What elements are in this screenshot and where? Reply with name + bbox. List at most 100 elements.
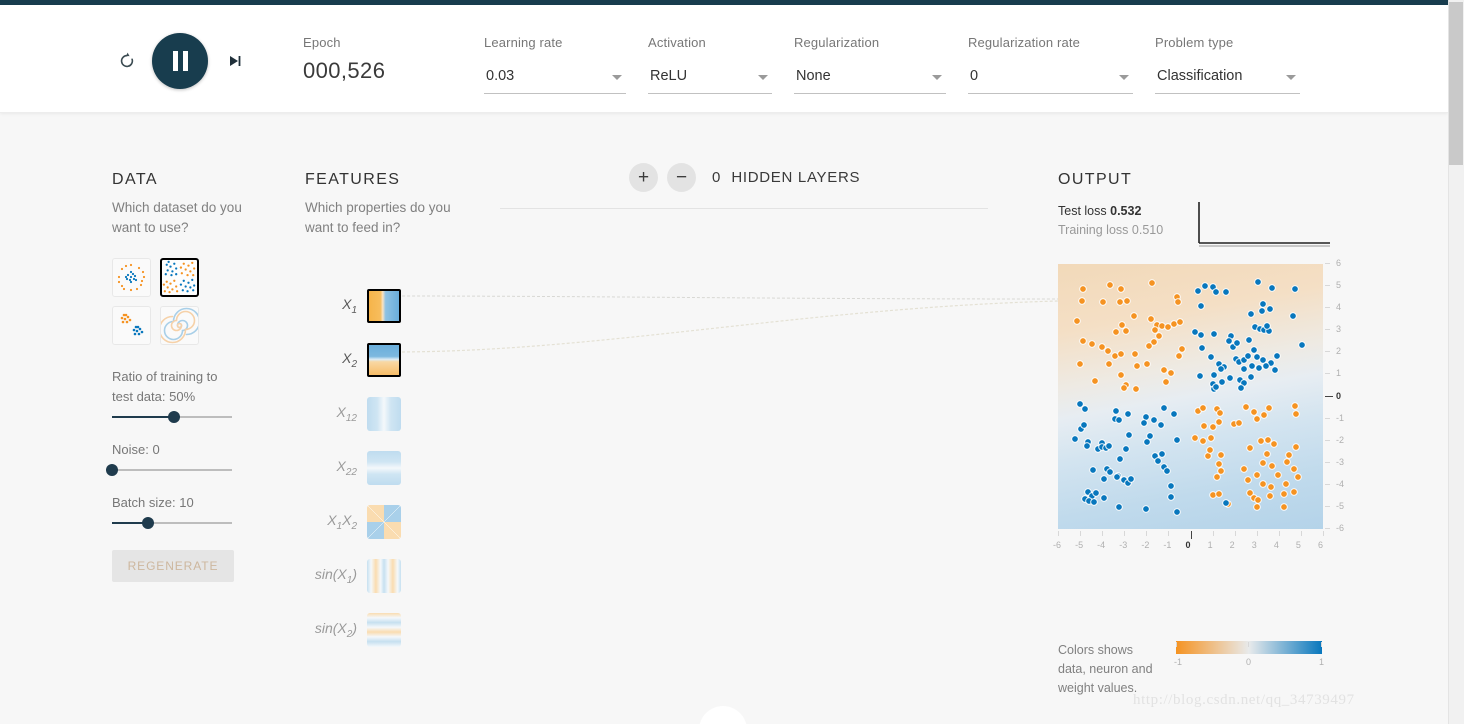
- remove-layer-button[interactable]: −: [667, 163, 696, 192]
- problem-type-box[interactable]: Classification: [1155, 63, 1300, 94]
- step-forward-icon[interactable]: [220, 46, 250, 76]
- y-tick-mark: [1325, 528, 1330, 529]
- feature-list: X1 X2 X12 X22 X1X2 sin(X1) sin(X2): [305, 279, 401, 657]
- chevron-down-icon: [612, 75, 622, 80]
- feature-node-x1[interactable]: [367, 289, 401, 323]
- epoch-label: Epoch: [303, 35, 341, 50]
- add-layer-button[interactable]: +: [629, 163, 658, 192]
- play-pause-button[interactable]: [152, 33, 208, 89]
- activation-label: Activation: [648, 35, 706, 50]
- y-tick-label: 1: [1336, 368, 1342, 379]
- feature-row-x1x2: X1X2: [305, 495, 401, 549]
- output-heatmap[interactable]: [1058, 264, 1323, 529]
- x-tick-label: -5: [1075, 540, 1084, 550]
- feature-row-sinx2: sin(X2): [305, 603, 401, 657]
- feature-node-x2[interactable]: [367, 343, 401, 377]
- x-tick-label: -3: [1119, 540, 1128, 550]
- legend-scale: -1 0 1: [1174, 641, 1325, 698]
- x-tick-label: -2: [1141, 540, 1150, 550]
- y-tick-mark: [1325, 395, 1333, 397]
- data-subtitle: Which dataset do you want to use?: [112, 200, 242, 235]
- batch-slider-knob[interactable]: [142, 517, 154, 529]
- feature-node-x2sq[interactable]: [367, 451, 401, 485]
- activation-value: ReLU: [650, 68, 688, 84]
- loss-texts: Test loss 0.532 Training loss 0.510: [1058, 202, 1190, 240]
- ratio-value: 50%: [169, 389, 196, 404]
- epoch-value: 000,526: [303, 58, 386, 83]
- feature-row-x2sq: X22: [305, 441, 401, 495]
- x-tick-mark: [1124, 531, 1126, 536]
- y-tick-mark: [1325, 351, 1330, 353]
- reset-icon[interactable]: [112, 46, 142, 76]
- chevron-down-icon: [1119, 75, 1129, 80]
- feature-node-x1x2[interactable]: [367, 505, 401, 539]
- y-tick-mark: [1325, 439, 1330, 441]
- feature-row-sinx1: sin(X1): [305, 549, 401, 603]
- feature-label-x1: X1: [342, 296, 357, 316]
- epoch-display: Epoch 000,526: [303, 35, 385, 84]
- chevron-down-icon: [1286, 75, 1296, 80]
- pause-icon: [172, 51, 188, 71]
- color-legend: Colors shows data, neuron and weight val…: [1058, 641, 1325, 698]
- chevron-down-icon: [932, 75, 942, 80]
- y-tick-label: 0: [1336, 390, 1342, 401]
- vertical-scrollbar[interactable]: [1448, 0, 1464, 724]
- regenerate-button[interactable]: REGENERATE: [112, 550, 234, 582]
- y-tick-label: -5: [1336, 500, 1345, 511]
- regularization-value: None: [796, 68, 831, 84]
- learning-rate-select[interactable]: Learning rate 0.03: [484, 35, 626, 94]
- regularization-rate-label: Regularization rate: [968, 35, 1080, 50]
- y-tick-label: 5: [1336, 280, 1342, 291]
- x-tick-label: -4: [1097, 540, 1106, 550]
- main-body: DATA Which dataset do you want to use? R…: [0, 113, 1448, 724]
- x-tick-mark: [1168, 531, 1170, 536]
- training-loss-value: 0.510: [1131, 223, 1164, 237]
- y-tick-label: 6: [1336, 258, 1342, 268]
- legend-tick-max: 1: [1319, 657, 1325, 667]
- dataset-xor[interactable]: [160, 258, 199, 297]
- regularization-box[interactable]: None: [794, 63, 946, 94]
- y-tick-mark: [1325, 329, 1330, 331]
- y-tick-mark: [1325, 505, 1330, 507]
- feature-row-x1sq: X12: [305, 387, 401, 441]
- y-tick-label: -3: [1336, 456, 1345, 467]
- learning-rate-box[interactable]: 0.03: [484, 63, 626, 94]
- legend-tick-mark: [1321, 642, 1322, 647]
- test-loss: Test loss 0.532: [1058, 202, 1190, 221]
- ratio-slider-knob[interactable]: [168, 411, 181, 423]
- feature-node-sinx1[interactable]: [367, 559, 401, 593]
- test-loss-label: Test loss: [1058, 204, 1107, 218]
- x-tick-label: 3: [1251, 540, 1257, 550]
- playback-controls: [112, 33, 250, 89]
- regularization-rate-box[interactable]: 0: [968, 63, 1133, 94]
- x-tick-label: -6: [1053, 540, 1062, 550]
- batch-slider[interactable]: [112, 517, 232, 529]
- output-panel: OUTPUT Test loss 0.532 Training loss 0.5…: [1053, 171, 1344, 550]
- y-tick-label: 4: [1336, 302, 1342, 313]
- x-tick-mark: [1102, 531, 1104, 536]
- x-tick-label: 1: [1207, 540, 1213, 550]
- ratio-slider[interactable]: [112, 411, 232, 423]
- feature-label-sinx1: sin(X1): [314, 566, 357, 586]
- problem-type-select[interactable]: Problem type Classification: [1155, 35, 1300, 94]
- dataset-circle[interactable]: [112, 258, 151, 297]
- noise-slider-knob[interactable]: [106, 464, 118, 476]
- dataset-spiral[interactable]: [160, 306, 199, 345]
- feature-node-x1sq[interactable]: [367, 397, 401, 431]
- scrollbar-thumb[interactable]: [1449, 2, 1463, 165]
- activation-box[interactable]: ReLU: [648, 63, 772, 94]
- features-subtitle: Which properties do you want to feed in?: [305, 200, 451, 235]
- legend-ticks: -1 0 1: [1174, 642, 1325, 672]
- regularization-select[interactable]: Regularization None: [794, 35, 946, 94]
- dataset-gauss[interactable]: [112, 306, 151, 345]
- noise-value: 0: [152, 442, 160, 457]
- regularization-rate-select[interactable]: Regularization rate 0: [968, 35, 1133, 94]
- noise-label: Noise:: [112, 442, 149, 457]
- noise-slider[interactable]: [106, 464, 232, 476]
- output-title: OUTPUT: [1058, 171, 1133, 188]
- y-tick-label: 2: [1336, 346, 1342, 357]
- x-tick-label: 5: [1295, 540, 1301, 550]
- batch-label: Batch size:: [112, 495, 176, 510]
- feature-node-sinx2[interactable]: [367, 613, 401, 647]
- activation-select[interactable]: Activation ReLU: [648, 35, 772, 94]
